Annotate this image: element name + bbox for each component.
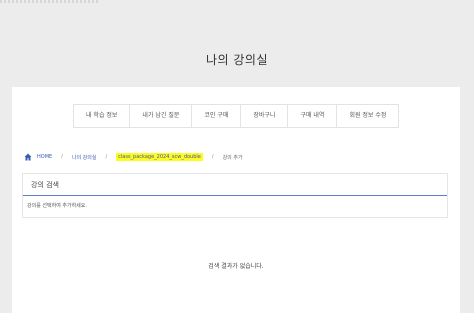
content-card: 내 학습 정보 내가 남긴 질문 코인 구매 장바구니 구매 내역 회원 정보 … (12, 87, 460, 313)
breadcrumb-current: 강의 추가 (222, 154, 243, 161)
breadcrumb-home[interactable]: HOME (37, 154, 52, 160)
breadcrumb-package[interactable]: class_package_2024_scw_double (116, 153, 203, 161)
breadcrumb-separator: / (61, 154, 63, 160)
home-icon[interactable] (24, 153, 32, 161)
course-search-panel: 강의 검색 강의를 선택하여 추가하세요. (22, 173, 448, 218)
tab-coin-purchase[interactable]: 코인 구매 (192, 105, 242, 127)
breadcrumb-classroom[interactable]: 나의 강의실 (72, 154, 97, 161)
tab-cart[interactable]: 장바구니 (241, 105, 289, 127)
tab-edit-profile[interactable]: 회원 정보 수정 (337, 105, 398, 127)
breadcrumb-separator: / (211, 154, 214, 160)
course-search-hint: 강의를 선택하여 추가하세요. (27, 203, 87, 209)
page-title: 나의 강의실 (205, 53, 268, 67)
top-decoration (0, 0, 100, 3)
course-search-heading: 강의 검색 (23, 174, 447, 196)
empty-results-message: 검색 결과가 없습니다. (208, 263, 264, 270)
tab-bar: 내 학습 정보 내가 남긴 질문 코인 구매 장바구니 구매 내역 회원 정보 … (73, 104, 400, 128)
tab-my-questions[interactable]: 내가 남긴 질문 (130, 105, 193, 127)
breadcrumb-separator: / (105, 154, 108, 160)
breadcrumb: HOME / 나의 강의실 / class_package_2024_scw_d… (24, 152, 243, 162)
tab-purchase-history[interactable]: 구매 내역 (288, 105, 338, 127)
tab-learning-info[interactable]: 내 학습 정보 (74, 105, 131, 127)
